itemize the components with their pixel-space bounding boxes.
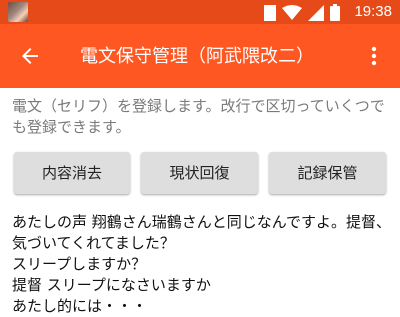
more-vert-icon[interactable]	[362, 44, 386, 68]
status-bar: 19:38	[0, 0, 400, 24]
save-button[interactable]: 記録保管	[269, 152, 386, 194]
page-title: 電文保守管理（阿武隈改二）	[80, 46, 314, 67]
app-bar: 電文保守管理（阿武隈改二）	[0, 24, 400, 88]
serif-text-input[interactable]: あたしの声 翔鶴さん瑞鶴さんと同じなんですよ。提督、気づいてくれてました？ スリ…	[12, 212, 394, 317]
description-text: 電文（セリフ）を登録します。改行で区切っていくつでも登録できます。	[12, 97, 385, 136]
blank-indicator-icon	[264, 4, 276, 21]
battery-icon	[330, 4, 340, 21]
wifi-icon	[282, 4, 302, 20]
restore-button[interactable]: 現状回復	[141, 152, 258, 194]
notification-app-icon	[8, 2, 28, 22]
status-icons	[264, 4, 340, 21]
clear-button[interactable]: 内容消去	[14, 152, 130, 194]
signal-icon	[308, 4, 324, 21]
status-time: 19:38	[354, 3, 392, 20]
arrow-back-icon[interactable]	[18, 44, 42, 68]
